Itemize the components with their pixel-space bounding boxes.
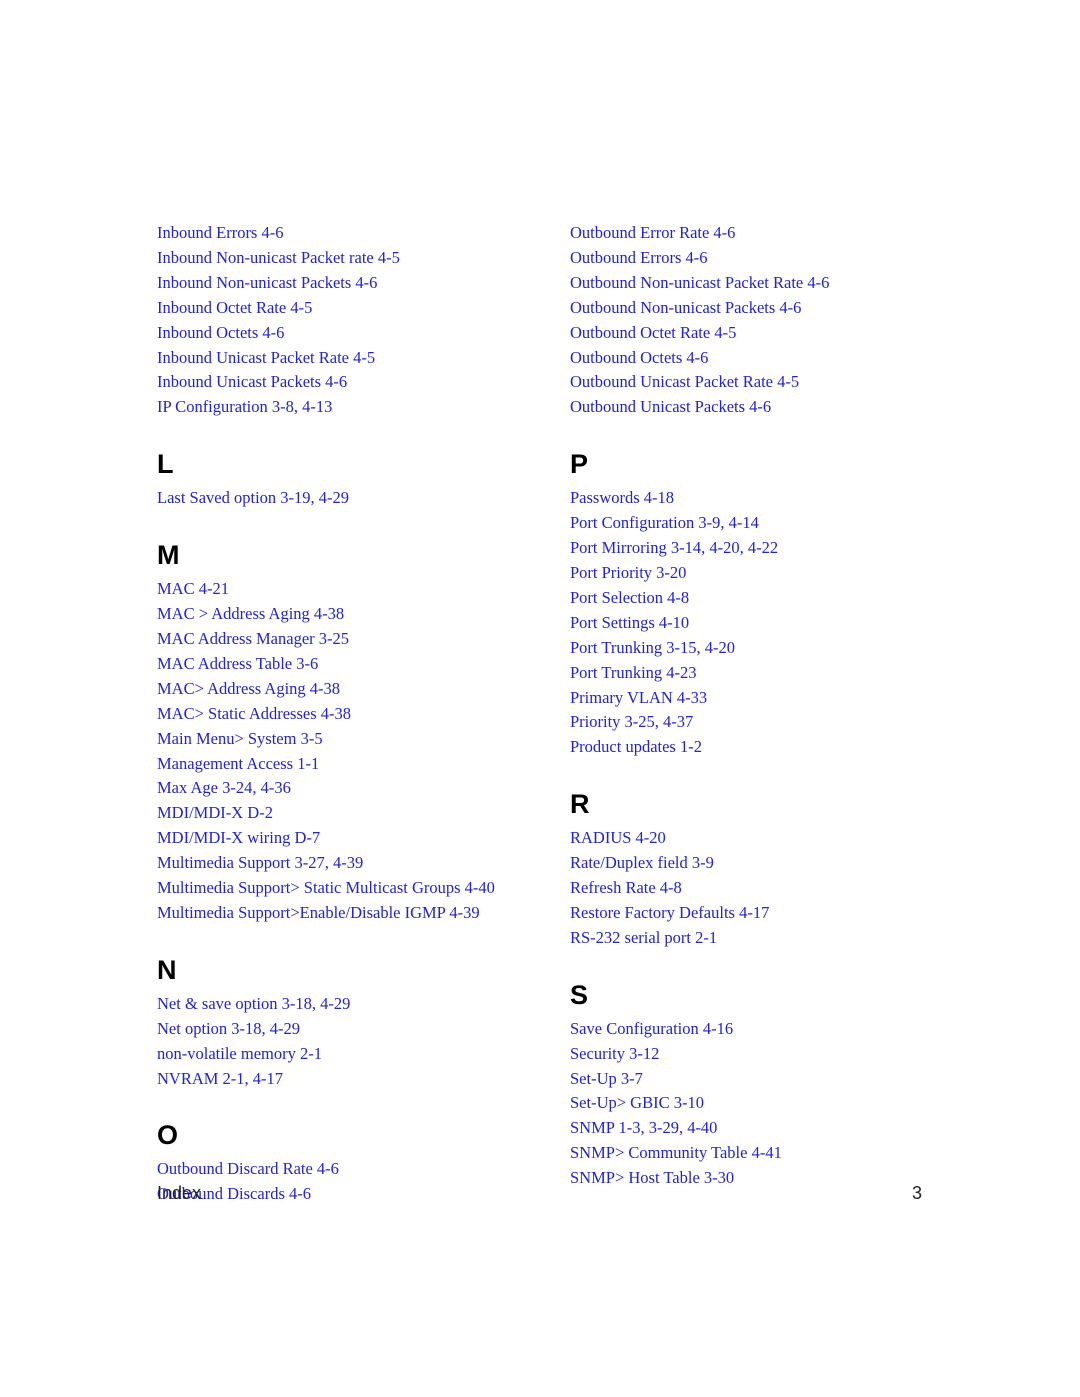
- index-entry[interactable]: Refresh Rate 4-8: [570, 876, 957, 901]
- index-entry[interactable]: Save Configuration 4-16: [570, 1017, 957, 1042]
- index-entry[interactable]: MAC 4-21: [157, 577, 557, 602]
- index-entry[interactable]: RADIUS 4-20: [570, 826, 957, 851]
- index-entry[interactable]: Restore Factory Defaults 4-17: [570, 901, 957, 926]
- index-section-continued: Outbound Error Rate 4-6 Outbound Errors 4…: [570, 221, 957, 420]
- index-entry[interactable]: Outbound Unicast Packet Rate 4-5: [570, 370, 957, 395]
- index-entry[interactable]: Outbound Unicast Packets 4-6: [570, 395, 957, 420]
- index-section-m: M MAC 4-21 MAC > Address Aging 4-38 MAC Add…: [157, 540, 557, 926]
- index-entry[interactable]: Product updates 1-2: [570, 735, 957, 760]
- section-heading-letter: N: [157, 954, 177, 985]
- index-entry[interactable]: Inbound Non-unicast Packets 4-6: [157, 271, 557, 296]
- index-entry-list: Save Configuration 4-16 Security 3-12 Set-…: [570, 1017, 957, 1191]
- index-entry[interactable]: Port Trunking 3-15, 4-20: [570, 636, 957, 661]
- index-entry[interactable]: Inbound Octet Rate 4-5: [157, 296, 557, 321]
- index-entry-list: Passwords 4-18 Port Configuration 3-9, 4-…: [570, 486, 957, 760]
- index-entry[interactable]: MDI/MDI-X wiring D-7: [157, 826, 557, 851]
- index-entry[interactable]: Multimedia Support> Static Multicast Gro…: [157, 876, 557, 901]
- section-heading-letter: L: [157, 449, 174, 480]
- page-footer: Index 3: [157, 1183, 922, 1204]
- index-entry[interactable]: Outbound Discard Rate 4-6: [157, 1157, 557, 1182]
- index-entry[interactable]: MAC> Address Aging 4-38: [157, 677, 557, 702]
- index-entry[interactable]: Main Menu> System 3-5: [157, 727, 557, 752]
- index-entry[interactable]: Inbound Unicast Packets 4-6: [157, 370, 557, 395]
- index-entry[interactable]: Priority 3-25, 4-37: [570, 710, 957, 735]
- section-heading-letter: M: [157, 540, 180, 571]
- index-left-column: Inbound Errors 4-6 Inbound Non-unicast Pa…: [157, 221, 557, 1207]
- index-entry[interactable]: Net & save option 3-18, 4-29: [157, 992, 557, 1017]
- index-section-r: R RADIUS 4-20 Rate/Duplex field 3-9 Refresh…: [570, 789, 957, 951]
- index-entry[interactable]: Management Access 1-1: [157, 752, 557, 777]
- index-entry[interactable]: RS-232 serial port 2-1: [570, 926, 957, 951]
- footer-page-number: 3: [911, 1183, 922, 1203]
- index-entry[interactable]: NVRAM 2-1, 4-17: [157, 1067, 557, 1092]
- index-entry-list: Last Saved option 3-19, 4-29: [157, 486, 557, 511]
- index-entry[interactable]: Net option 3-18, 4-29: [157, 1017, 557, 1042]
- index-entry[interactable]: Outbound Non-unicast Packet Rate 4-6: [570, 271, 957, 296]
- index-entry[interactable]: SNMP> Community Table 4-41: [570, 1141, 957, 1166]
- index-entry[interactable]: Port Priority 3-20: [570, 561, 957, 586]
- index-entry-list: Inbound Errors 4-6 Inbound Non-unicast Pa…: [157, 221, 557, 420]
- index-entry[interactable]: MAC Address Manager 3-25: [157, 627, 557, 652]
- index-entry[interactable]: Port Configuration 3-9, 4-14: [570, 511, 957, 536]
- index-entry-list: Net & save option 3-18, 4-29 Net option 3…: [157, 992, 557, 1092]
- index-entry[interactable]: Multimedia Support>Enable/Disable IGMP 4…: [157, 901, 557, 926]
- index-entry[interactable]: Primary VLAN 4-33: [570, 686, 957, 711]
- index-entry[interactable]: MAC > Address Aging 4-38: [157, 602, 557, 627]
- footer-label: Index: [157, 1183, 202, 1203]
- index-page: Inbound Errors 4-6 Inbound Non-unicast Pa…: [0, 0, 1080, 1397]
- index-entry-list: MAC 4-21 MAC > Address Aging 4-38 MAC Addr…: [157, 577, 557, 926]
- index-entry[interactable]: Port Trunking 4-23: [570, 661, 957, 686]
- section-heading-letter: P: [570, 449, 588, 480]
- index-entry[interactable]: Passwords 4-18: [570, 486, 957, 511]
- index-columns: Inbound Errors 4-6 Inbound Non-unicast Pa…: [157, 221, 957, 1207]
- index-entry[interactable]: MAC> Static Addresses 4-38: [157, 702, 557, 727]
- index-entry[interactable]: Outbound Error Rate 4-6: [570, 221, 957, 246]
- index-entry[interactable]: Port Mirroring 3-14, 4-20, 4-22: [570, 536, 957, 561]
- index-entry[interactable]: SNMP 1-3, 3-29, 4-40: [570, 1116, 957, 1141]
- index-entry-list: Outbound Error Rate 4-6 Outbound Errors 4…: [570, 221, 957, 420]
- index-entry[interactable]: Last Saved option 3-19, 4-29: [157, 486, 557, 511]
- index-section-l: L Last Saved option 3-19, 4-29: [157, 449, 557, 511]
- index-entry[interactable]: Security 3-12: [570, 1042, 957, 1067]
- index-entry[interactable]: Outbound Octet Rate 4-5: [570, 321, 957, 346]
- section-heading-letter: S: [570, 979, 588, 1010]
- index-entry[interactable]: Outbound Octets 4-6: [570, 346, 957, 371]
- index-entry[interactable]: Inbound Unicast Packet Rate 4-5: [157, 346, 557, 371]
- index-section-s: S Save Configuration 4-16 Security 3-12 Set…: [570, 980, 957, 1191]
- index-entry[interactable]: Rate/Duplex field 3-9: [570, 851, 957, 876]
- index-entry[interactable]: MDI/MDI-X D-2: [157, 801, 557, 826]
- index-entry[interactable]: Inbound Non-unicast Packet rate 4-5: [157, 246, 557, 271]
- index-entry[interactable]: non-volatile memory 2-1: [157, 1042, 557, 1067]
- section-heading-letter: R: [570, 789, 590, 820]
- index-entry[interactable]: Set-Up 3-7: [570, 1067, 957, 1092]
- index-right-column: Outbound Error Rate 4-6 Outbound Errors 4…: [557, 221, 957, 1191]
- index-section-continued: Inbound Errors 4-6 Inbound Non-unicast Pa…: [157, 221, 557, 420]
- index-entry[interactable]: Outbound Non-unicast Packets 4-6: [570, 296, 957, 321]
- index-section-p: P Passwords 4-18 Port Configuration 3-9, 4…: [570, 449, 957, 760]
- index-entry[interactable]: Set-Up> GBIC 3-10: [570, 1091, 957, 1116]
- index-entry[interactable]: Multimedia Support 3-27, 4-39: [157, 851, 557, 876]
- index-entry[interactable]: Inbound Errors 4-6: [157, 221, 557, 246]
- index-entry[interactable]: Port Selection 4-8: [570, 586, 957, 611]
- index-entry[interactable]: Outbound Errors 4-6: [570, 246, 957, 271]
- index-entry[interactable]: IP Configuration 3-8, 4-13: [157, 395, 557, 420]
- index-entry[interactable]: MAC Address Table 3-6: [157, 652, 557, 677]
- index-section-n: N Net & save option 3-18, 4-29 Net option …: [157, 955, 557, 1092]
- index-entry[interactable]: Port Settings 4-10: [570, 611, 957, 636]
- index-entry[interactable]: Inbound Octets 4-6: [157, 321, 557, 346]
- index-entry[interactable]: Max Age 3-24, 4-36: [157, 776, 557, 801]
- index-entry-list: RADIUS 4-20 Rate/Duplex field 3-9 Refresh …: [570, 826, 957, 951]
- section-heading-letter: O: [157, 1120, 178, 1151]
